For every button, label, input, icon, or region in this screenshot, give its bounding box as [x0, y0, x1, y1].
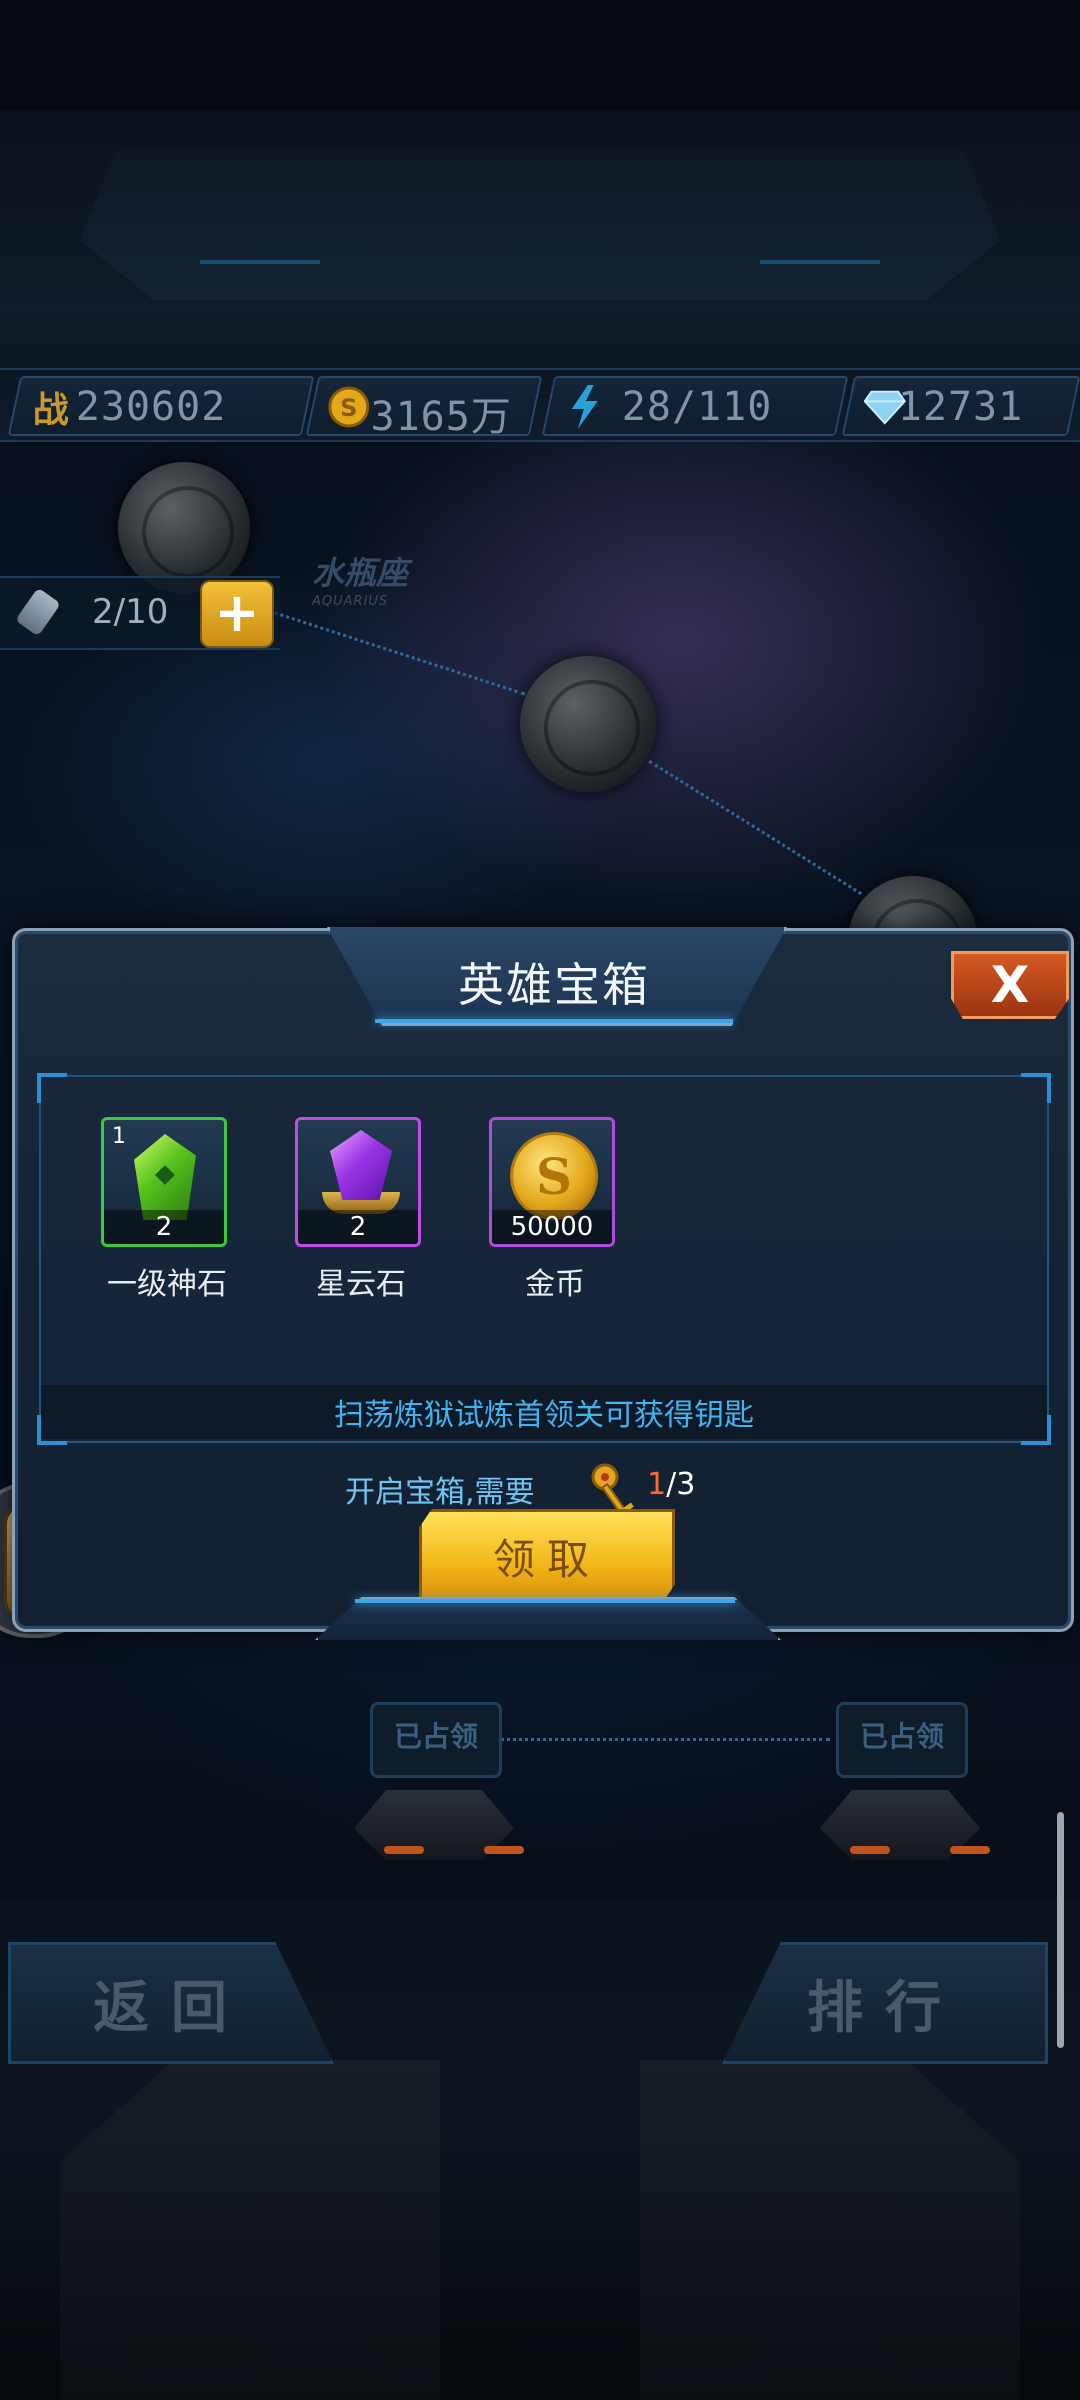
scrollbar[interactable] — [1057, 1812, 1064, 2048]
stamina-bar: 2/10 + — [0, 576, 280, 650]
power-badge-icon: 战 — [32, 390, 69, 431]
reward-name: 一级神石 — [107, 1267, 227, 1302]
diamond-value: 12731 — [897, 384, 1024, 430]
stamina-potion-icon — [15, 587, 61, 637]
reward-item[interactable]: 1 2 一级神石 — [101, 1117, 233, 1303]
claim-button[interactable]: 领取 — [419, 1509, 675, 1603]
key-requirement: 开启宝箱,需要 1/3 — [15, 1461, 1071, 1517]
occupied-badge: 已占领 — [370, 1702, 502, 1778]
svg-text:S: S — [340, 394, 357, 422]
power-resource: 战 230602 — [7, 376, 315, 436]
reward-name: 金币 — [525, 1267, 585, 1302]
key-count: 1/3 — [647, 1467, 695, 1502]
gold-resource: S 3165万 — [305, 376, 543, 440]
key-have: 1 — [647, 1467, 667, 1502]
reward-qty: 50000 — [510, 1212, 594, 1242]
hero-chest-dialog: 英雄宝箱 X 1 2 一级神石 2 星云石 S 50000 金币 扫荡炼狱试炼首… — [12, 927, 1074, 1640]
reward-item[interactable]: S 50000 金币 — [489, 1117, 621, 1303]
energy-resource: 28/110 — [541, 376, 849, 436]
power-value: 230602 — [75, 384, 227, 430]
stamina-value: 2/10 — [92, 592, 169, 632]
dialog-title: 英雄宝箱 — [458, 958, 650, 1012]
key-icon — [589, 1461, 639, 1517]
reward-frame: S 50000 — [489, 1117, 615, 1247]
mech-decoration — [640, 2060, 1020, 2400]
gold-coin-icon: S — [328, 386, 370, 428]
zodiac-label: 水瓶座 AQUARIUS — [312, 548, 408, 609]
reward-frame: 1 2 — [101, 1117, 227, 1247]
reward-item[interactable]: 2 星云石 — [295, 1117, 427, 1303]
energy-value: 28/110 — [621, 384, 773, 430]
reward-frame: 2 — [295, 1117, 421, 1247]
lightning-icon — [564, 385, 606, 429]
title-glow — [375, 1019, 733, 1023]
zodiac-name: 水瓶座 — [312, 554, 409, 592]
reward-name: 星云石 — [316, 1267, 406, 1302]
bottom-plate — [315, 1597, 781, 1640]
diamond-resource: 12731 — [841, 376, 1080, 436]
requirement-text: 开启宝箱,需要 — [345, 1475, 535, 1510]
key-hint: 扫荡炼狱试炼首领关可获得钥匙 — [41, 1385, 1047, 1439]
pad-light — [950, 1846, 990, 1854]
pad-light — [384, 1846, 424, 1854]
reward-qty: 2 — [155, 1212, 173, 1242]
planet-node[interactable] — [520, 656, 656, 792]
zodiac-name-en: AQUARIUS — [312, 594, 389, 609]
reward-panel: 1 2 一级神石 2 星云石 S 50000 金币 扫荡炼狱试炼首领关可获得钥匙 — [37, 1073, 1051, 1445]
pad-light — [850, 1846, 890, 1854]
gold-value: 3165万 — [370, 394, 512, 440]
add-stamina-button[interactable]: + — [200, 580, 274, 648]
resource-bar: 战 230602 S 3165万 28/110 12731 — [0, 368, 1080, 442]
pad-light — [484, 1846, 524, 1854]
key-total: /3 — [666, 1467, 696, 1502]
route-path — [500, 1738, 830, 1741]
mech-decoration — [60, 2060, 440, 2400]
gold-coin-icon: S — [510, 1132, 598, 1220]
occupied-badge: 已占领 — [836, 1702, 968, 1778]
planet-node[interactable] — [118, 462, 250, 594]
purple-gem-icon — [330, 1130, 392, 1200]
bottom-glow — [355, 1599, 735, 1603]
green-gem-icon — [134, 1134, 196, 1220]
close-icon: X — [990, 956, 1030, 1014]
reward-tier: 1 — [112, 1124, 126, 1149]
reward-qty: 2 — [349, 1212, 367, 1242]
close-button[interactable]: X — [951, 951, 1069, 1019]
